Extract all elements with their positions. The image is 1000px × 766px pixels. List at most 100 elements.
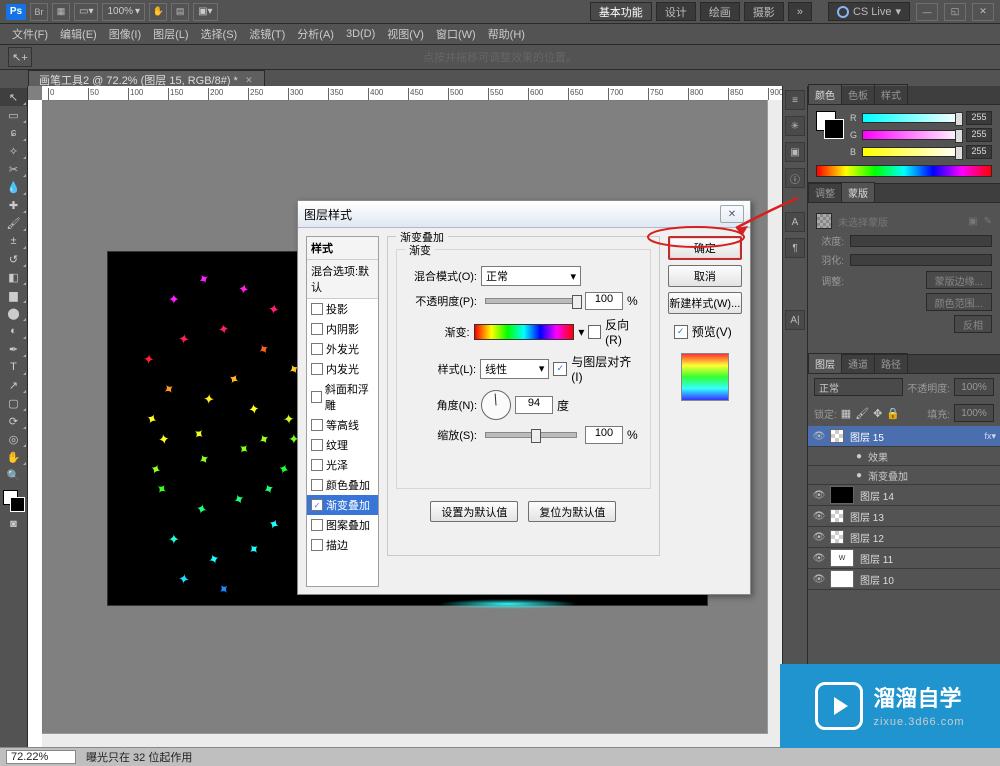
type-tool[interactable]: T <box>0 358 27 376</box>
style-item-内阴影[interactable]: 内阴影 <box>307 319 378 339</box>
color-range-button[interactable]: 颜色范围... <box>926 293 992 311</box>
mask-edge-button[interactable]: 蒙版边缘... <box>926 271 992 289</box>
character2-panel-icon[interactable]: A| <box>785 310 805 330</box>
marquee-tool[interactable]: ▭ <box>0 106 27 124</box>
style-item-纹理[interactable]: 纹理 <box>307 435 378 455</box>
blur-tool[interactable]: ⬤ <box>0 304 27 322</box>
tab-paths[interactable]: 路径 <box>874 353 908 373</box>
menu-image[interactable]: 图像(I) <box>103 24 147 44</box>
menu-filter[interactable]: 滤镜(T) <box>243 24 291 44</box>
angle-input[interactable]: 94 <box>515 396 553 414</box>
eraser-tool[interactable]: ◧ <box>0 268 27 286</box>
align-checkbox[interactable]: ✓ <box>553 362 567 376</box>
layer-row[interactable]: 👁图层 14 <box>808 485 1000 506</box>
screen-mode-select[interactable]: ▣▾ <box>193 3 217 21</box>
pixel-mask-icon[interactable]: ▣ <box>968 216 977 227</box>
hand-icon[interactable]: ✋ <box>149 3 167 21</box>
visibility-icon[interactable]: 👁 <box>808 574 830 585</box>
path-select-tool[interactable]: ↗ <box>0 376 27 394</box>
move-tool[interactable]: ↖ <box>0 88 27 106</box>
menu-help[interactable]: 帮助(H) <box>482 24 531 44</box>
blend-mode-select[interactable]: 正常 <box>814 378 903 396</box>
green-slider[interactable] <box>862 130 962 140</box>
angle-wheel[interactable] <box>481 390 511 420</box>
restore-button[interactable]: ◱ <box>944 3 966 21</box>
scale-input[interactable]: 100 <box>585 426 623 444</box>
gradient-preview[interactable] <box>474 324 575 340</box>
scrollbar-vertical[interactable] <box>767 100 782 734</box>
paragraph-panel-icon[interactable]: ¶ <box>785 238 805 258</box>
visibility-icon[interactable]: 👁 <box>808 511 830 522</box>
layer-row[interactable]: 👁图层 12 <box>808 527 1000 548</box>
menu-layer[interactable]: 图层(L) <box>147 24 194 44</box>
menu-3d[interactable]: 3D(D) <box>340 26 381 42</box>
pen-tool[interactable]: ✒ <box>0 340 27 358</box>
tab-color[interactable]: 颜色 <box>808 84 842 104</box>
wand-tool[interactable]: ✧ <box>0 142 27 160</box>
brush-panel-icon[interactable]: ✳ <box>785 116 805 136</box>
style-select[interactable]: 线性▾ <box>480 359 549 379</box>
feather-slider[interactable] <box>850 254 992 266</box>
opacity-slider[interactable] <box>485 298 577 304</box>
arrange-icon[interactable]: ▤ <box>171 3 189 21</box>
green-value[interactable]: 255 <box>966 128 992 142</box>
lock-all-icon[interactable]: 🔒 <box>886 407 900 420</box>
tab-channels[interactable]: 通道 <box>841 353 875 373</box>
menu-file[interactable]: 文件(F) <box>6 24 54 44</box>
view-mode-select[interactable]: ▭▾ <box>74 3 98 21</box>
style-list-defaults[interactable]: 混合选项:默认 <box>307 260 378 299</box>
zoom-tool[interactable]: 🔍 <box>0 466 27 484</box>
style-item-光泽[interactable]: 光泽 <box>307 455 378 475</box>
vector-mask-icon[interactable]: ✎ <box>984 216 992 227</box>
info-panel-icon[interactable]: ⓘ <box>785 168 805 188</box>
heal-tool[interactable]: ✚ <box>0 196 27 214</box>
layer-row[interactable]: 👁W图层 11 <box>808 548 1000 569</box>
cancel-button[interactable]: 取消 <box>668 265 742 287</box>
workspace-photo[interactable]: 摄影 <box>744 2 784 21</box>
layer-fill[interactable]: 100% <box>954 404 994 422</box>
lasso-tool[interactable]: ɕ <box>0 124 27 142</box>
menu-analysis[interactable]: 分析(A) <box>291 24 340 44</box>
style-item-外发光[interactable]: 外发光 <box>307 339 378 359</box>
tab-swatches[interactable]: 色板 <box>841 84 875 104</box>
menu-window[interactable]: 窗口(W) <box>430 24 482 44</box>
opacity-input[interactable]: 100 <box>585 292 623 310</box>
red-value[interactable]: 255 <box>966 111 992 125</box>
menu-select[interactable]: 选择(S) <box>195 24 244 44</box>
layer-row[interactable]: 👁图层 10 <box>808 569 1000 590</box>
foreground-background-swatch[interactable] <box>0 487 27 515</box>
dialog-close-button[interactable]: ✕ <box>720 205 744 223</box>
zoom-select[interactable]: 100%▾ <box>102 3 145 21</box>
gradient-tool[interactable]: ▆ <box>0 286 27 304</box>
reverse-checkbox[interactable] <box>588 325 601 339</box>
blue-slider[interactable] <box>862 147 962 157</box>
color-swatch[interactable] <box>816 111 844 139</box>
document-close-icon[interactable]: ✕ <box>244 75 254 85</box>
tab-adjustments[interactable]: 调整 <box>808 182 842 202</box>
reset-default-button[interactable]: 复位为默认值 <box>528 501 616 522</box>
lock-trans-icon[interactable]: ▦ <box>841 407 851 420</box>
invert-button[interactable]: 反相 <box>954 315 992 333</box>
workspace-essentials[interactable]: 基本功能 <box>590 2 652 21</box>
eyedropper-tool[interactable]: 💧 <box>0 178 27 196</box>
tab-styles[interactable]: 样式 <box>874 84 908 104</box>
cslive-button[interactable]: CS Live▾ <box>828 2 910 21</box>
layer-row[interactable]: 👁图层 15fx▾ <box>808 426 1000 447</box>
brush-tool[interactable]: 🖌 <box>0 214 27 232</box>
menu-edit[interactable]: 编辑(E) <box>54 24 103 44</box>
preview-checkbox[interactable]: ✓ <box>674 325 688 339</box>
style-item-图案叠加[interactable]: 图案叠加 <box>307 515 378 535</box>
history-panel-icon[interactable]: ≡ <box>785 90 805 110</box>
rect-tool[interactable]: ▢ <box>0 394 27 412</box>
set-default-button[interactable]: 设置为默认值 <box>430 501 518 522</box>
bridge-icon[interactable]: Br <box>30 3 48 21</box>
red-slider[interactable] <box>862 113 962 123</box>
visibility-icon[interactable]: 👁 <box>808 553 830 564</box>
hue-bar[interactable] <box>816 165 992 177</box>
minimize-button[interactable]: — <box>916 3 938 21</box>
visibility-icon[interactable]: 👁 <box>808 431 830 442</box>
menu-view[interactable]: 视图(V) <box>381 24 430 44</box>
blend-mode-dialog-select[interactable]: 正常▾ <box>481 266 581 286</box>
crop-tool[interactable]: ✂ <box>0 160 27 178</box>
layer-row[interactable]: 👁图层 13 <box>808 506 1000 527</box>
